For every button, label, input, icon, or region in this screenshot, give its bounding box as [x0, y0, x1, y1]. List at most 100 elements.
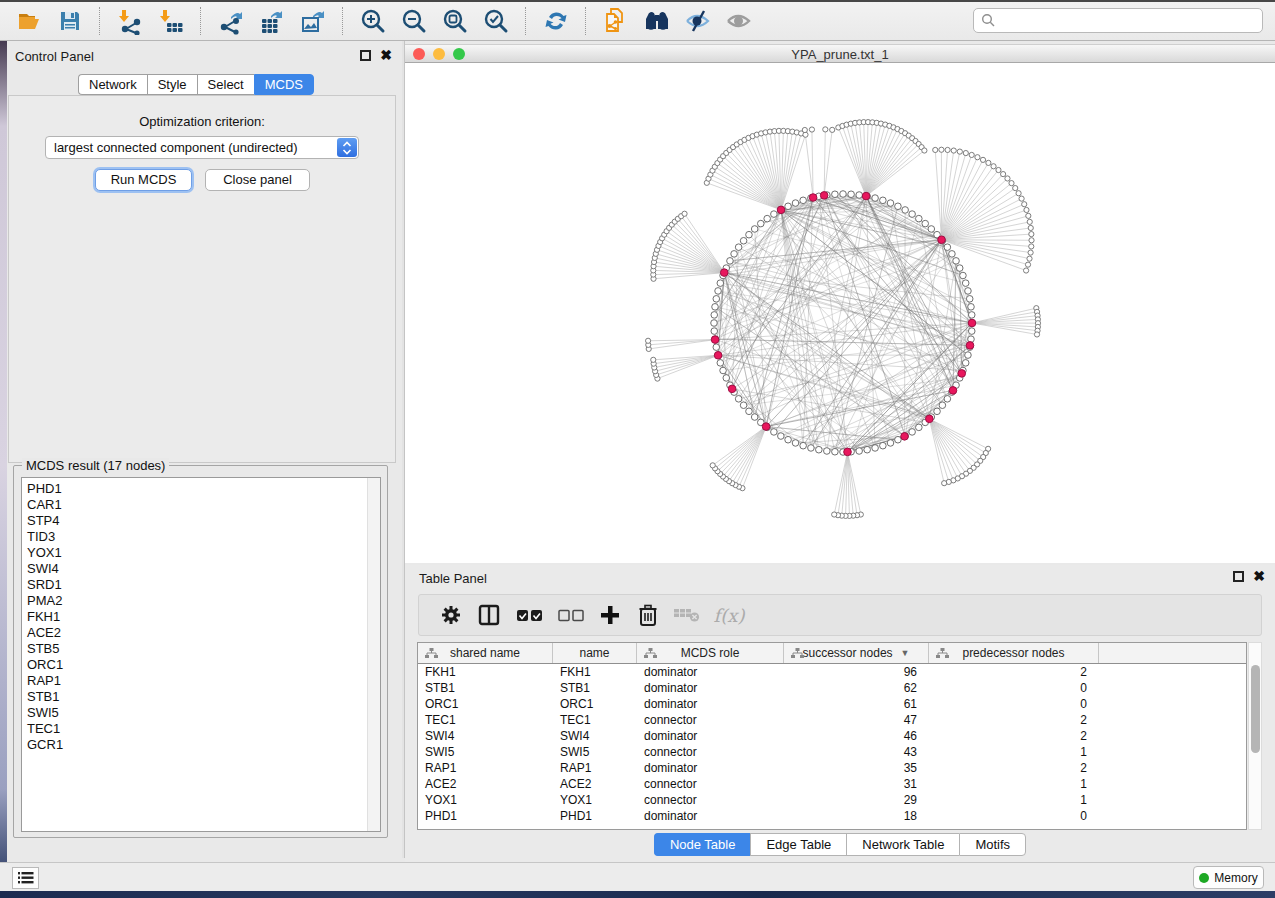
mcds-list-scrollbar[interactable] — [367, 478, 380, 831]
mcds-result-item[interactable]: RAP1 — [27, 673, 380, 689]
import-network-icon[interactable] — [109, 5, 150, 37]
show-all-icon[interactable] — [718, 5, 759, 37]
mcds-result-item[interactable]: SRD1 — [27, 577, 380, 593]
cell-name: STB1 — [553, 681, 637, 695]
export-network-icon[interactable] — [210, 5, 251, 37]
mcds-result-item[interactable]: PMA2 — [27, 593, 380, 609]
console-button[interactable] — [12, 867, 39, 889]
cell-shared-name: SWI4 — [418, 729, 553, 743]
open-file-icon[interactable] — [8, 5, 49, 37]
delete-table-icon[interactable] — [667, 600, 707, 630]
select-all-icon[interactable] — [509, 600, 551, 630]
mcds-result-item[interactable]: STP4 — [27, 513, 380, 529]
run-mcds-button[interactable]: Run MCDS — [95, 169, 192, 191]
import-table-icon[interactable] — [150, 5, 191, 37]
table-tab-node-table[interactable]: Node Table — [654, 833, 751, 856]
mcds-result-item[interactable]: PHD1 — [27, 481, 380, 497]
mcds-result-item[interactable]: STB5 — [27, 641, 380, 657]
zoom-in-icon[interactable] — [352, 5, 393, 37]
criterion-value: largest connected component (undirected) — [54, 140, 298, 155]
table-row[interactable]: FKH1FKH1dominator962 — [418, 664, 1246, 680]
column-header-MCDS-role[interactable]: MCDS role — [637, 643, 784, 663]
table-row[interactable]: YOX1YOX1connector291 — [418, 792, 1246, 808]
network-title-bar[interactable]: YPA_prune.txt_1 — [405, 44, 1275, 63]
mcds-result-list[interactable]: PHD1CAR1STP4TID3YOX1SWI4SRD1PMA2FKH1ACE2… — [21, 477, 381, 832]
control-tab-style[interactable]: Style — [147, 74, 197, 95]
column-header-predecessor-nodes[interactable]: predecessor nodes — [929, 643, 1099, 663]
new-network-from-selection-icon[interactable] — [595, 5, 636, 37]
table-settings-gear-icon[interactable] — [433, 600, 469, 630]
zoom-out-icon[interactable] — [393, 5, 434, 37]
mcds-result-item[interactable]: TID3 — [27, 529, 380, 545]
mcds-result-item[interactable]: STB1 — [27, 689, 380, 705]
save-icon[interactable] — [49, 5, 90, 37]
control-tab-network[interactable]: Network — [78, 74, 147, 95]
float-table-panel-icon[interactable] — [1233, 571, 1244, 582]
export-image-icon[interactable] — [292, 5, 333, 37]
table-tab-network-table[interactable]: Network Table — [846, 833, 959, 856]
mcds-result-item[interactable]: FKH1 — [27, 609, 380, 625]
control-tab-select[interactable]: Select — [197, 74, 254, 95]
table-row[interactable]: ORC1ORC1dominator610 — [418, 696, 1246, 712]
mcds-result-item[interactable]: ORC1 — [27, 657, 380, 673]
close-table-panel-icon[interactable]: ✖ — [1253, 571, 1265, 582]
cell-shared-name: ACE2 — [418, 777, 553, 791]
mcds-result-item[interactable]: CAR1 — [27, 497, 380, 513]
cell-predecessor-nodes: 2 — [929, 713, 1099, 727]
zoom-fit-icon[interactable] — [434, 5, 475, 37]
control-panel-title: Control Panel — [15, 49, 94, 64]
network-title: YPA_prune.txt_1 — [405, 47, 1275, 62]
table-row[interactable]: PHD1PHD1dominator180 — [418, 808, 1246, 824]
first-neighbors-icon[interactable] — [636, 5, 677, 37]
table-row[interactable]: ACE2ACE2connector311 — [418, 776, 1246, 792]
export-table-icon[interactable] — [251, 5, 292, 37]
deselect-all-icon[interactable] — [551, 600, 591, 630]
table-header: shared namenameMCDS rolesuccessor nodes … — [418, 643, 1246, 664]
hide-selected-icon[interactable] — [677, 5, 718, 37]
cell-successor-nodes: 61 — [784, 697, 929, 711]
cell-name: SWI4 — [553, 729, 637, 743]
mcds-result-item[interactable]: SWI4 — [27, 561, 380, 577]
cell-successor-nodes: 29 — [784, 793, 929, 807]
cell-successor-nodes: 46 — [784, 729, 929, 743]
mcds-result-item[interactable]: SWI5 — [27, 705, 380, 721]
table-tab-edge-table[interactable]: Edge Table — [750, 833, 846, 856]
cell-MCDS-role: dominator — [637, 681, 784, 695]
cell-predecessor-nodes: 0 — [929, 681, 1099, 695]
memory-status-icon — [1199, 873, 1209, 883]
mcds-result-item[interactable]: GCR1 — [27, 737, 380, 753]
toolbar-separator — [342, 7, 343, 35]
add-column-icon[interactable] — [591, 600, 629, 630]
table-row[interactable]: SWI4SWI4dominator462 — [418, 728, 1246, 744]
function-builder-icon: f(x) — [707, 600, 751, 630]
column-header-shared-name[interactable]: shared name — [418, 643, 553, 663]
show-columns-icon[interactable] — [469, 600, 509, 630]
memory-label: Memory — [1214, 871, 1257, 885]
toolbar-separator — [525, 7, 526, 35]
cell-predecessor-nodes: 1 — [929, 793, 1099, 807]
zoom-selected-icon[interactable] — [475, 5, 516, 37]
float-panel-icon[interactable] — [360, 50, 371, 61]
criterion-dropdown[interactable]: largest connected component (undirected) — [45, 136, 359, 159]
table-tab-motifs[interactable]: Motifs — [959, 833, 1026, 856]
network-canvas[interactable] — [405, 63, 1275, 563]
column-header-name[interactable]: name — [553, 643, 637, 663]
delete-column-trash-icon[interactable] — [629, 600, 667, 630]
close-panel-button[interactable]: Close panel — [205, 169, 310, 191]
column-header-successor-nodes[interactable]: successor nodes ▼ — [784, 643, 929, 663]
table-scrollbar[interactable] — [1248, 642, 1262, 830]
table-row[interactable]: STB1STB1dominator620 — [418, 680, 1246, 696]
memory-button[interactable]: Memory — [1193, 866, 1264, 889]
table-row[interactable]: RAP1RAP1dominator352 — [418, 760, 1246, 776]
table-row[interactable]: TEC1TEC1connector472 — [418, 712, 1246, 728]
mcds-result-item[interactable]: ACE2 — [27, 625, 380, 641]
mcds-result-item[interactable]: TEC1 — [27, 721, 380, 737]
search-input[interactable] — [973, 8, 1263, 33]
close-panel-icon[interactable]: ✖ — [380, 50, 392, 61]
control-tab-mcds[interactable]: MCDS — [254, 74, 314, 95]
table-row[interactable]: SWI5SWI5connector431 — [418, 744, 1246, 760]
mcds-result-item[interactable]: YOX1 — [27, 545, 380, 561]
apply-layout-icon[interactable] — [535, 5, 576, 37]
cell-name: SWI5 — [553, 745, 637, 759]
table-tabs: Node TableEdge TableNetwork TableMotifs — [405, 833, 1275, 856]
